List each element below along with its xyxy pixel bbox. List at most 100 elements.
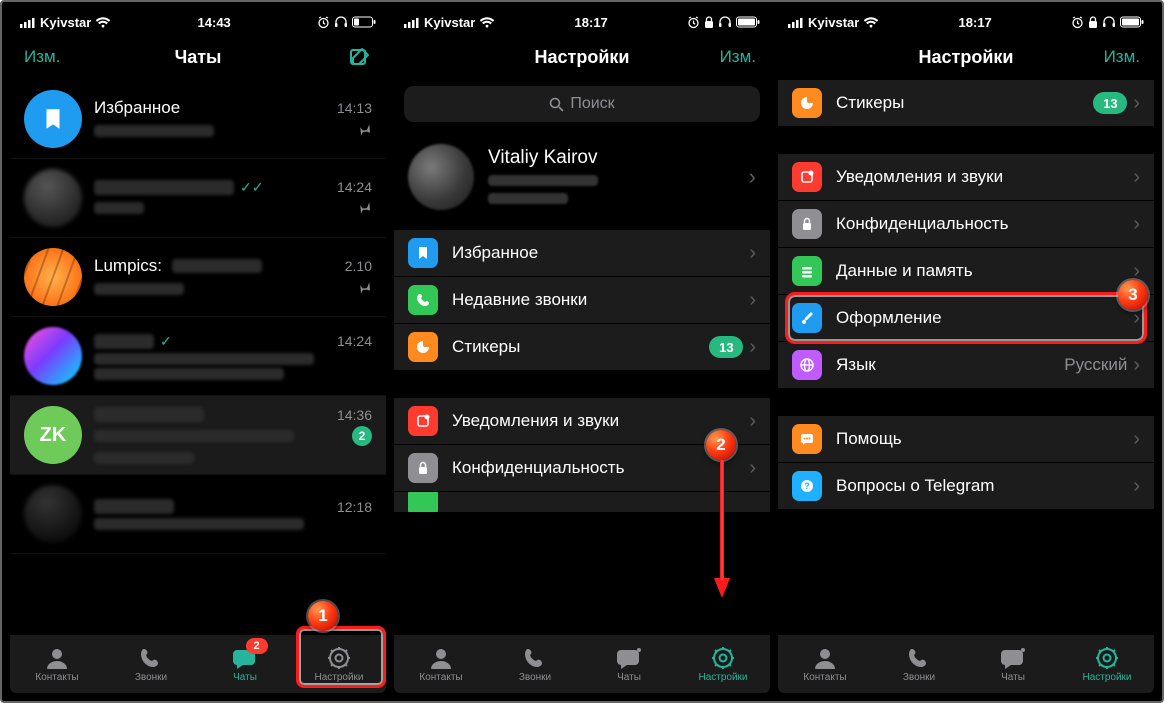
status-bar: Kyivstar 14:43	[10, 10, 386, 34]
chat-time: 14:13	[337, 100, 372, 116]
avatar	[24, 485, 82, 543]
row-recent-calls[interactable]: Недавние звонки ›	[394, 277, 770, 324]
row-notifications[interactable]: Уведомления и звуки ›	[394, 398, 770, 445]
profile-avatar	[408, 144, 474, 210]
search-placeholder: Поиск	[570, 95, 614, 113]
profile-row[interactable]: Vitaliy Kairov ›	[394, 132, 770, 230]
carrier-label: Kyivstar	[808, 15, 859, 30]
screen-chats: Kyivstar 14:43 Изм. Чаты	[10, 10, 386, 693]
tab-contacts[interactable]: Контакты	[778, 635, 872, 693]
chevron-right-icon: ›	[749, 458, 756, 478]
chevron-right-icon: ›	[1133, 261, 1140, 281]
tab-label: Чаты	[1001, 672, 1025, 683]
chat-row[interactable]: 12:18	[10, 475, 386, 554]
avatar	[24, 248, 82, 306]
row-label: Конфиденциальность	[452, 458, 749, 478]
sticker-icon	[408, 332, 438, 362]
tab-label: Контакты	[803, 672, 846, 683]
chevron-right-icon: ›	[749, 164, 756, 190]
tab-label: Звонки	[903, 672, 935, 683]
chevron-right-icon: ›	[749, 411, 756, 431]
svg-text:?: ?	[804, 481, 810, 491]
chevron-right-icon: ›	[1133, 167, 1140, 187]
signal-icon	[404, 17, 420, 28]
row-help[interactable]: Помощь ›	[778, 416, 1154, 463]
row-language[interactable]: Язык Русский ›	[778, 342, 1154, 388]
row-stickers[interactable]: Стикеры 13 ›	[394, 324, 770, 370]
tab-label: Звонки	[519, 672, 551, 683]
row-faq[interactable]: ? Вопросы о Telegram ›	[778, 463, 1154, 509]
time-label: 18:17	[959, 15, 992, 30]
row-stickers[interactable]: Стикеры 13 ›	[778, 80, 1154, 126]
battery-icon	[1120, 16, 1144, 28]
header: Изм. Чаты	[10, 34, 386, 80]
tab-calls[interactable]: Звонки	[872, 635, 966, 693]
status-bar: Kyivstar 18:17	[394, 10, 770, 34]
edit-button[interactable]: Изм.	[1104, 47, 1140, 67]
tab-chats[interactable]: Чаты	[582, 635, 676, 693]
lock-icon	[704, 16, 714, 29]
tab-contacts[interactable]: Контакты	[394, 635, 488, 693]
pin-icon	[356, 121, 372, 140]
chevron-right-icon: ›	[1133, 429, 1140, 449]
row-saved-messages[interactable]: Избранное ›	[394, 230, 770, 277]
screen-settings-2: Kyivstar 18:17 Настройки Изм. Стикеры 13	[778, 10, 1154, 693]
row-value: Русский	[1064, 355, 1127, 375]
row-data-storage[interactable]: Данные и память ›	[778, 248, 1154, 295]
tab-settings[interactable]: Настройки	[676, 635, 770, 693]
chat-row-saved[interactable]: Избранное 14:13	[10, 80, 386, 159]
profile-name: Vitaliy Kairov	[488, 147, 598, 169]
globe-icon	[792, 350, 822, 380]
signal-icon	[788, 17, 804, 28]
phone-icon	[408, 285, 438, 315]
row-label: Помощь	[836, 429, 1133, 449]
brush-icon	[792, 303, 822, 333]
tab-contacts[interactable]: Контакты	[10, 635, 104, 693]
battery-icon	[736, 16, 760, 28]
chevron-right-icon: ›	[1133, 308, 1140, 328]
tab-calls[interactable]: Звонки	[488, 635, 582, 693]
row-privacy[interactable]: Конфиденциальность ›	[394, 445, 770, 492]
edit-button[interactable]: Изм.	[720, 47, 756, 67]
chat-row-lumpics[interactable]: Lumpics: 2.10	[10, 238, 386, 317]
compose-button[interactable]	[348, 45, 372, 69]
bookmark-icon	[408, 238, 438, 268]
tab-settings[interactable]: Настройки	[1060, 635, 1154, 693]
tab-label: Настройки	[314, 672, 363, 683]
sticker-count-badge: 13	[1093, 92, 1127, 114]
data-icon	[792, 256, 822, 286]
wifi-icon	[863, 17, 879, 28]
pin-icon	[356, 279, 372, 298]
chat-row[interactable]: ✓ 14:24	[10, 317, 386, 396]
page-title: Настройки	[394, 47, 770, 68]
row-label: Стикеры	[836, 93, 1093, 113]
row-label: Уведомления и звуки	[452, 411, 749, 431]
chat-row[interactable]: ✓✓ 14:24	[10, 159, 386, 238]
read-ticks-icon: ✓	[160, 333, 172, 350]
row-notifications[interactable]: Уведомления и звуки ›	[778, 154, 1154, 201]
chevron-right-icon: ›	[749, 337, 756, 357]
row-appearance[interactable]: Оформление ›	[778, 295, 1154, 342]
tab-settings[interactable]: Настройки	[292, 635, 386, 693]
tab-calls[interactable]: Звонки	[104, 635, 198, 693]
avatar	[24, 169, 82, 227]
data-icon	[408, 492, 438, 512]
lock-icon	[792, 209, 822, 239]
chat-row[interactable]: ZK 14:36 2	[10, 396, 386, 475]
tab-bar: Контакты Звонки Чаты Настройки	[394, 634, 770, 693]
tab-chats[interactable]: 2 Чаты	[198, 635, 292, 693]
row-privacy[interactable]: Конфиденциальность ›	[778, 201, 1154, 248]
tab-chats[interactable]: Чаты	[966, 635, 1060, 693]
edit-button[interactable]: Изм.	[24, 47, 60, 67]
row-data-storage[interactable]	[394, 492, 770, 512]
chevron-right-icon: ›	[1133, 93, 1140, 113]
avatar: ZK	[24, 406, 82, 464]
search-field[interactable]: Поиск	[404, 86, 760, 122]
row-label: Вопросы о Telegram	[836, 476, 1133, 496]
pin-icon	[356, 199, 372, 218]
row-label: Оформление	[836, 308, 1133, 328]
row-label: Данные и память	[836, 261, 1133, 281]
row-label: Избранное	[452, 243, 749, 263]
chats-badge: 2	[246, 638, 268, 654]
tab-label: Контакты	[35, 672, 78, 683]
